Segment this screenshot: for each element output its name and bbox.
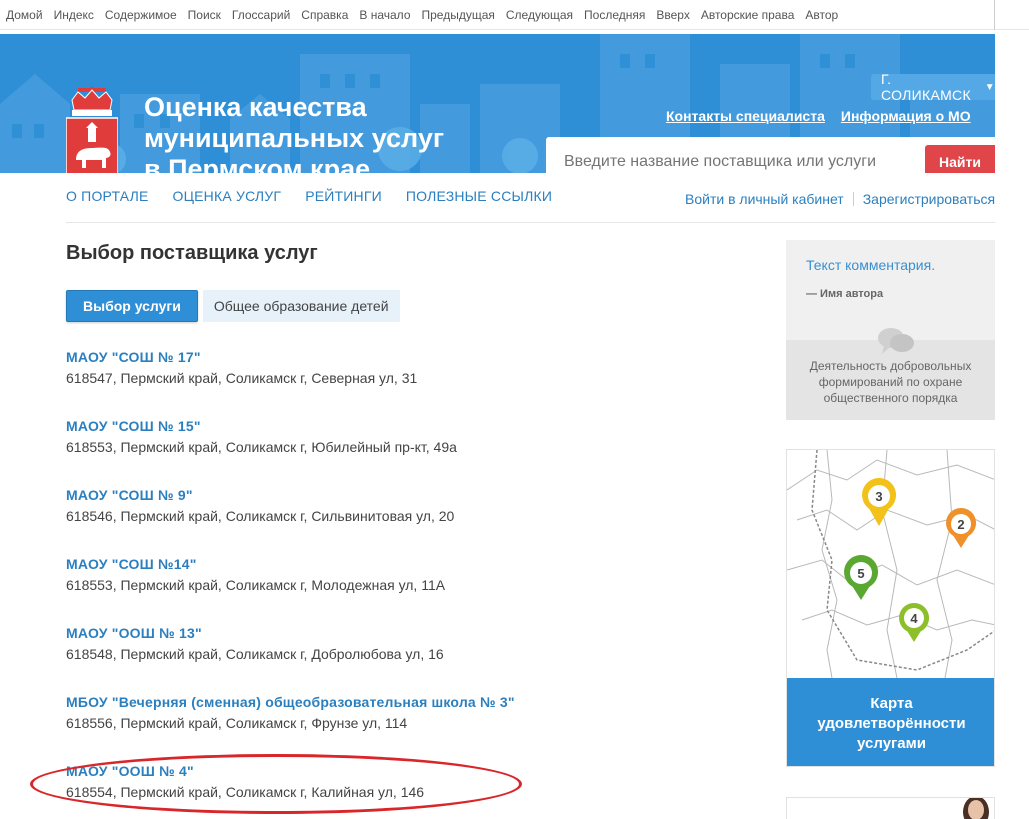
provider-link[interactable]: МБОУ "Вечерняя (сменная) общеобразовател…: [66, 693, 606, 711]
chevron-down-icon: ▼: [984, 81, 995, 93]
provider-link[interactable]: МАОУ "СОШ № 9": [66, 486, 606, 504]
perm-krai-crest-logo: [66, 87, 118, 173]
page-title: Выбор поставщика услуг: [66, 242, 318, 264]
header-links: Контакты специалиста Информация о МО: [666, 108, 971, 124]
map-caption-line-2: удовлетворённости: [817, 715, 966, 732]
provider-address: 618553, Пермский край, Соликамск г, Моло…: [66, 577, 446, 593]
chat-bubbles-icon: [878, 328, 914, 354]
map-caption-line-1: Карта: [870, 695, 913, 712]
nav-service-rating[interactable]: ОЦЕНКА УСЛУГ: [173, 188, 282, 204]
site-title[interactable]: Оценка качества муниципальных услуг в Пе…: [144, 92, 484, 173]
map-pin-5[interactable]: 5: [844, 555, 879, 600]
nav-useful-links[interactable]: ПОЛЕЗНЫЕ ССЫЛКИ: [406, 188, 552, 204]
topnav-last[interactable]: Последняя: [584, 8, 645, 22]
map-pin-2[interactable]: 2: [946, 508, 977, 548]
topnav-home[interactable]: Домой: [6, 8, 43, 22]
specialist-contacts-link[interactable]: Контакты специалиста: [666, 108, 825, 124]
service-breadcrumb: Выбор услуги Общее образование детей: [66, 290, 400, 322]
provider-link[interactable]: МАОУ "ООШ № 13": [66, 624, 606, 642]
list-item: МАОУ "СОШ № 17" 618547, Пермский край, С…: [66, 348, 606, 417]
provider-link[interactable]: МАОУ "СОШ № 15": [66, 417, 606, 435]
topnav-next[interactable]: Следующая: [506, 8, 573, 22]
topnav-contents[interactable]: Содержимое: [105, 8, 177, 22]
list-item: МАОУ "СОШ №14" 618553, Пермский край, Со…: [66, 555, 606, 624]
list-item: МАОУ "ООШ № 13" 618548, Пермский край, С…: [66, 624, 606, 693]
map-pin-4[interactable]: 4: [899, 603, 930, 642]
login-link[interactable]: Войти в личный кабинет: [685, 191, 844, 207]
topnav-previous[interactable]: Предыдущая: [422, 8, 495, 22]
topnav-up[interactable]: Вверх: [656, 8, 689, 22]
nav-divider: [66, 222, 995, 223]
expert-card: [786, 797, 995, 819]
satisfaction-map-card[interactable]: 3 2 5 4 Карта удовлетворённости услугами: [786, 449, 995, 767]
provider-link[interactable]: МАОУ "СОШ № 17": [66, 348, 606, 366]
mo-info-link[interactable]: Информация о МО: [841, 108, 971, 124]
topnav-search[interactable]: Поиск: [188, 8, 221, 22]
site-title-line-3: в Пермском крае: [144, 154, 371, 173]
auth-divider: [852, 192, 854, 206]
topnav-start[interactable]: В начало: [359, 8, 410, 22]
auth-nav: Войти в личный кабинет Зарегистрироватьс…: [685, 191, 995, 207]
search-button[interactable]: Найти: [925, 145, 995, 173]
city-selector-label: Г. СОЛИКАМСК: [881, 71, 971, 103]
provider-address: 618556, Пермский край, Соликамск г, Фрун…: [66, 715, 408, 731]
map-caption[interactable]: Карта удовлетворённости услугами: [787, 678, 994, 766]
map-pin-3-label: 3: [875, 489, 882, 504]
search-input[interactable]: [564, 150, 904, 173]
topnav-author[interactable]: Автор: [805, 8, 838, 22]
site-title-line-1: Оценка качества: [144, 92, 367, 122]
city-selector[interactable]: Г. СОЛИКАМСК ▼: [871, 71, 995, 103]
comment-text[interactable]: Текст комментария.: [806, 257, 935, 273]
topnav-index[interactable]: Индекс: [54, 8, 94, 22]
top-nav-divider: [994, 0, 995, 30]
region-map: 3 2 5 4: [787, 450, 994, 678]
topnav-help[interactable]: Справка: [301, 8, 348, 22]
comment-caption: Деятельность добровольных формирований п…: [809, 359, 972, 405]
list-item: МАОУ "СОШ № 9" 618546, Пермский край, Со…: [66, 486, 606, 555]
provider-link[interactable]: МАОУ "СОШ №14": [66, 555, 606, 573]
comment-author: — Имя автора: [806, 288, 884, 300]
provider-address: 618547, Пермский край, Соликамск г, Севе…: [66, 370, 418, 386]
site-title-line-2: муниципальных услуг: [144, 123, 445, 153]
list-item: МБОУ "Вечерняя (сменная) общеобразовател…: [66, 693, 606, 762]
main-nav: О ПОРТАЛЕ ОЦЕНКА УСЛУГ РЕЙТИНГИ ПОЛЕЗНЫЕ…: [66, 188, 552, 204]
provider-list: МАОУ "СОШ № 17" 618547, Пермский край, С…: [66, 348, 606, 819]
nav-about-portal[interactable]: О ПОРТАЛЕ: [66, 188, 149, 204]
register-link[interactable]: Зарегистрироваться: [863, 191, 995, 207]
map-caption-line-3: услугами: [857, 735, 926, 752]
provider-address: 618548, Пермский край, Соликамск г, Добр…: [66, 646, 444, 662]
provider-address: 618546, Пермский край, Соликамск г, Силь…: [66, 508, 455, 524]
map-pin-3[interactable]: 3: [862, 478, 897, 526]
avatar: [963, 798, 989, 819]
provider-address: 618553, Пермский край, Соликамск г, Юбил…: [66, 439, 457, 455]
select-service-button[interactable]: Выбор услуги: [66, 290, 198, 322]
highlight-annotation: [30, 754, 522, 814]
search-box: Найти: [546, 137, 995, 173]
list-item: МАОУ "СОШ № 15" 618553, Пермский край, С…: [66, 417, 606, 486]
map-pin-2-label: 2: [957, 517, 964, 532]
topnav-copyright[interactable]: Авторские права: [701, 8, 795, 22]
nav-ratings[interactable]: РЕЙТИНГИ: [305, 188, 382, 204]
site-header: Оценка качества муниципальных услуг в Пе…: [0, 34, 995, 173]
comment-card: Текст комментария. — Имя автора Деятельн…: [786, 240, 995, 420]
map-pin-5-label: 5: [857, 566, 864, 581]
selected-service-label[interactable]: Общее образование детей: [202, 290, 400, 322]
map-pin-4-label: 4: [910, 611, 918, 626]
top-nav-bar: Домой Индекс Содержимое Поиск Глоссарий …: [0, 0, 1029, 30]
topnav-glossary[interactable]: Глоссарий: [232, 8, 290, 22]
